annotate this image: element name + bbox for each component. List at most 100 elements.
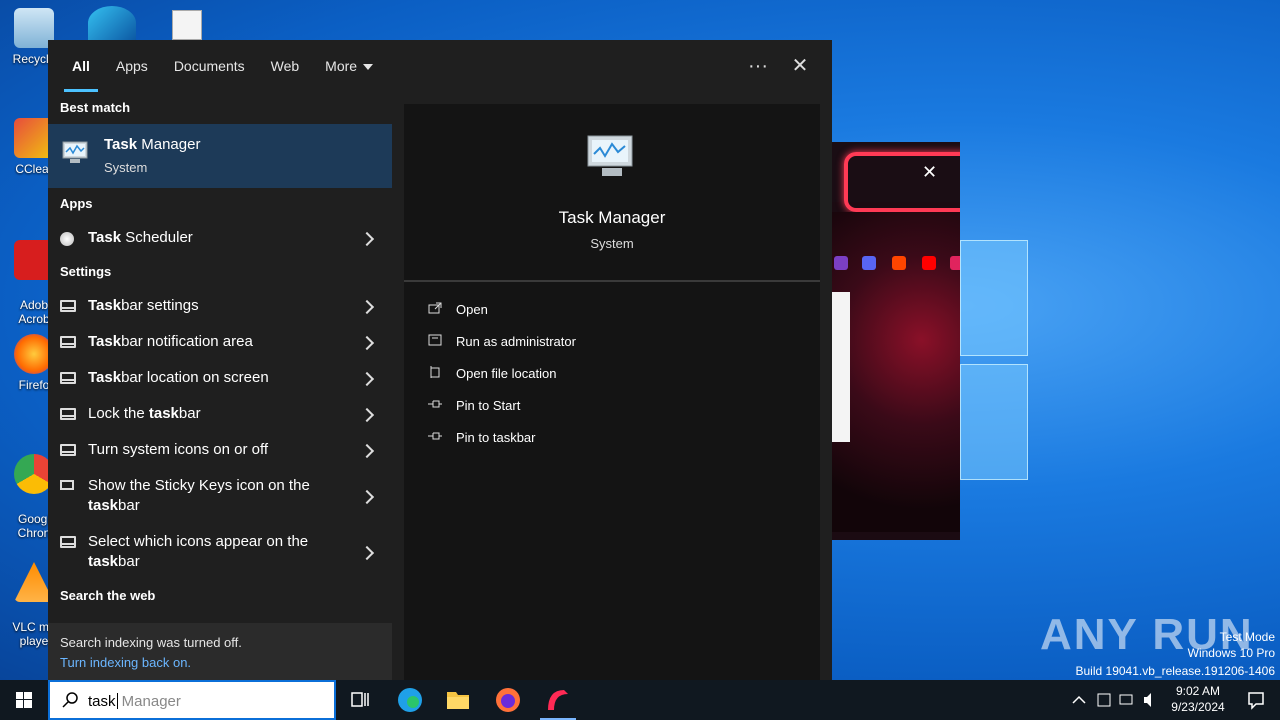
apps-heading: Apps (60, 196, 93, 211)
result-rest: Scheduler (121, 229, 193, 246)
edge-icon (398, 688, 422, 712)
pin-icon (428, 400, 442, 408)
search-web-heading: Search the web (60, 588, 156, 603)
clock-date: 9/23/2024 (1171, 700, 1225, 714)
close-button[interactable]: ✕ (784, 50, 816, 82)
volume-icon[interactable] (1144, 693, 1151, 707)
settings-window-icon (60, 372, 76, 384)
taskbar-file-explorer[interactable] (434, 680, 482, 720)
desktop-icon-label: Googl Chron (17, 512, 51, 540)
search-typed-text: task (88, 693, 116, 710)
preview-title: Task Manager (558, 208, 666, 227)
action-label: Pin to taskbar (456, 430, 536, 445)
keyboard-icon (60, 480, 74, 490)
result-preview-pane: Task Manager System Open Run as administ… (404, 104, 820, 680)
list-item-setting[interactable]: Show the Sticky Keys icon on the taskbar (48, 476, 392, 520)
search-scope-tabs: All Apps Documents Web More (48, 40, 832, 92)
list-item-setting[interactable]: Lock the taskbar (48, 404, 392, 428)
file-location-icon (430, 366, 440, 378)
best-match-title-rest: Manager (137, 136, 201, 153)
desktop-icon-label: Adob Acrob (18, 298, 50, 326)
action-label: Pin to Start (456, 398, 521, 413)
windows-logo-wallpaper (960, 240, 1030, 480)
search-autocomplete-hint: Manager (117, 693, 181, 710)
clock-time: 9:02 AM (1175, 684, 1221, 698)
taskbar-opera-gx[interactable] (534, 680, 582, 720)
task-scheduler-icon (60, 232, 74, 246)
task-manager-icon (62, 141, 88, 163)
document-desktop-icon[interactable] (172, 10, 202, 40)
best-match-heading: Best match (60, 100, 131, 115)
turn-indexing-on-link[interactable]: Turn indexing back on. (60, 655, 191, 670)
tab-all[interactable]: All (64, 40, 98, 92)
opera-gx-icon (548, 690, 568, 710)
system-tray (1070, 680, 1158, 720)
task-view-icon (351, 692, 369, 707)
list-item-task-scheduler[interactable]: Task Scheduler (48, 228, 392, 252)
list-item-setting[interactable]: Turn system icons on or off (48, 440, 392, 464)
list-item-setting[interactable]: Taskbar location on screen (48, 368, 392, 392)
close-icon[interactable]: ✕ (922, 162, 937, 183)
result-bold: Task (88, 229, 122, 246)
indexing-notice: Search indexing was turned off. Turn ind… (48, 623, 392, 680)
chevron-right-icon[interactable] (359, 545, 375, 561)
edge-desktop-icon[interactable] (88, 6, 136, 40)
firefox-icon (496, 688, 520, 712)
settings-window-icon (60, 536, 76, 548)
action-label: Run as administrator (456, 334, 576, 349)
start-search-panel: All Apps Documents Web More ··· ✕ Best m… (48, 40, 832, 680)
tab-more-label: More (325, 58, 358, 74)
chevron-right-icon[interactable] (359, 489, 375, 505)
tab-documents[interactable]: Documents (174, 40, 245, 92)
search-icon (62, 692, 78, 708)
chevron-right-icon[interactable] (359, 299, 375, 315)
search-results-list: Best match Task Manager System Apps Task… (48, 92, 392, 680)
background-browser-window[interactable]: ✕ (832, 142, 960, 540)
chevron-down-icon (363, 64, 374, 71)
desktop-icon-label: Firefo (18, 378, 50, 392)
more-options-button[interactable]: ··· (742, 50, 774, 82)
taskbar: task Manager 9:02 AM 9/23/2024 (0, 680, 1280, 720)
chevron-right-icon[interactable] (359, 371, 375, 387)
tab-more[interactable]: More (325, 40, 374, 92)
os-edition-watermark: Windows 10 Pro (1187, 646, 1275, 660)
action-label: Open file location (456, 366, 557, 381)
list-item-setting[interactable]: Taskbar settings (48, 296, 392, 320)
action-center-button[interactable] (1232, 680, 1280, 720)
settings-window-icon (60, 408, 76, 420)
chevron-right-icon[interactable] (359, 335, 375, 351)
indexing-notice-text: Search indexing was turned off. (60, 635, 242, 650)
shield-icon (428, 334, 442, 346)
test-mode-watermark: Test Mode (1219, 630, 1275, 644)
taskbar-firefox[interactable] (484, 680, 532, 720)
taskbar-search-input[interactable]: task Manager (48, 680, 336, 720)
build-watermark: Build 19041.vb_release.191206-1406 (1075, 664, 1276, 678)
tab-apps[interactable]: Apps (116, 40, 148, 92)
tab-web[interactable]: Web (271, 40, 300, 92)
start-button[interactable] (0, 680, 48, 720)
list-item-setting[interactable]: Taskbar notification area (48, 332, 392, 356)
network-icon[interactable] (1119, 694, 1133, 705)
taskbar-edge[interactable] (386, 680, 434, 720)
best-match-title-bold: Task (104, 136, 138, 153)
list-item-setting[interactable]: Select which icons appear on the taskbar (48, 532, 392, 576)
notification-icon (1248, 692, 1264, 710)
show-hidden-icons-icon[interactable] (1072, 695, 1086, 704)
settings-window-icon (60, 444, 76, 456)
chevron-right-icon[interactable] (359, 407, 375, 423)
meet-now-icon[interactable] (1097, 693, 1111, 707)
settings-heading: Settings (60, 264, 112, 279)
taskbar-clock[interactable]: 9:02 AM 9/23/2024 (1160, 683, 1236, 715)
settings-window-icon (60, 300, 76, 312)
action-label: Open (456, 302, 488, 317)
windows-start-icon (16, 692, 32, 708)
best-match-task-manager[interactable]: Task Manager System (48, 124, 392, 188)
task-view-button[interactable] (336, 680, 384, 720)
folder-icon (447, 692, 469, 709)
best-match-subtitle: System (104, 160, 148, 175)
settings-window-icon (60, 336, 76, 348)
open-icon (428, 302, 442, 314)
chevron-right-icon[interactable] (359, 231, 375, 247)
chevron-right-icon[interactable] (359, 443, 375, 459)
preview-subtitle: System (590, 236, 634, 251)
